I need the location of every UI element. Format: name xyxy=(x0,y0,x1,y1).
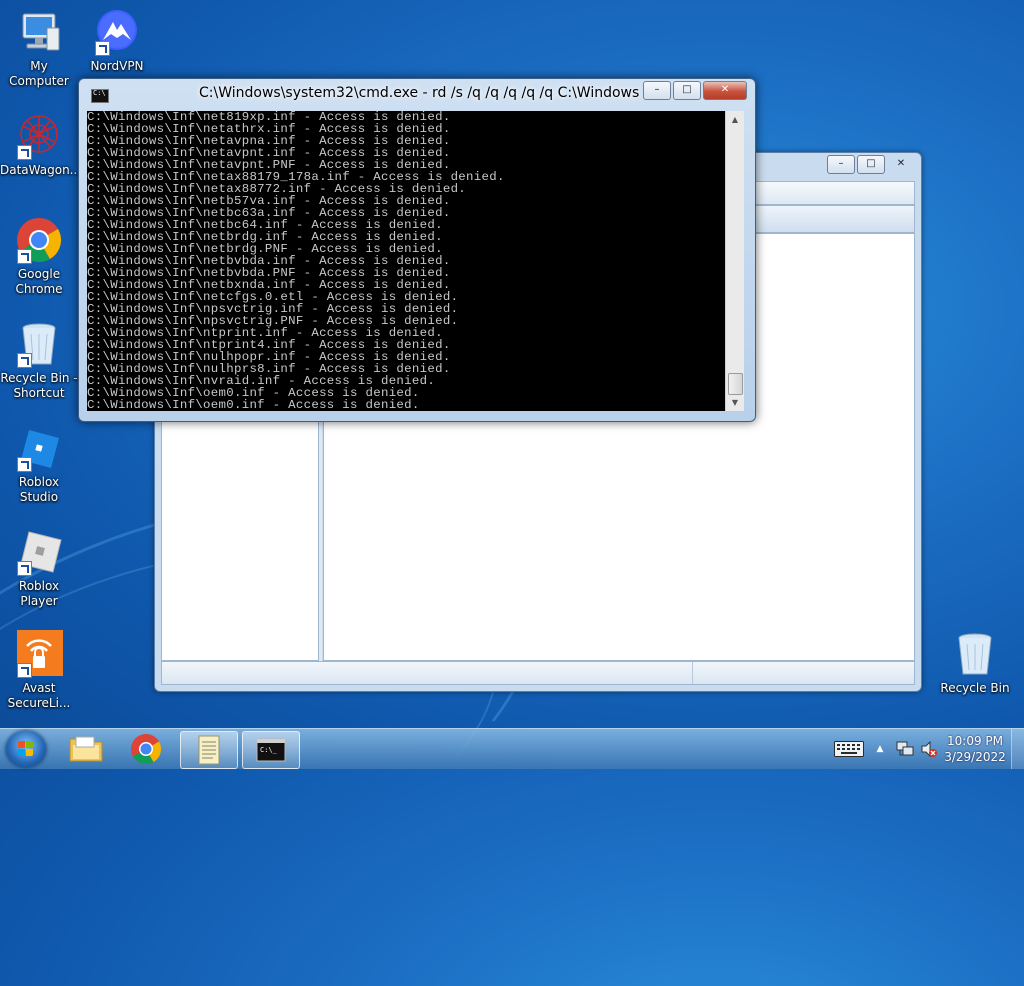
datawagon-icon xyxy=(15,112,63,160)
taskbar: C:\_ ▲ 10:09 PM 3/29/2022 xyxy=(0,728,1024,769)
minimize-button[interactable]: – xyxy=(827,155,855,174)
taskbar-file-explorer[interactable] xyxy=(58,731,114,767)
desktop-icon-label: Avast SecureLi... xyxy=(7,681,71,710)
keyboard-icon[interactable] xyxy=(834,741,864,757)
desktop-icon-nordvpn[interactable]: NordVPN xyxy=(78,8,156,74)
desktop-icon-label: Recycle Bin xyxy=(940,681,1010,695)
taskbar-chrome[interactable] xyxy=(118,731,174,767)
shortcut-arrow-icon xyxy=(17,561,32,576)
network-icon[interactable] xyxy=(896,739,914,759)
cmd-window[interactable]: C:\Windows\system32\cmd.exe - rd /s /q /… xyxy=(78,78,756,422)
show-desktop-button[interactable] xyxy=(1011,729,1024,769)
close-button[interactable]: ✕ xyxy=(703,81,747,100)
scroll-down-arrow-icon[interactable]: ▼ xyxy=(726,394,744,411)
desktop-icon-my-computer[interactable]: My Computer xyxy=(0,8,78,89)
console-line: C:\Windows\Inf\oem0.inf - Access is deni… xyxy=(87,398,420,411)
chrome-icon xyxy=(15,216,63,264)
volume-muted-icon[interactable] xyxy=(920,740,938,758)
windows-logo-icon xyxy=(18,741,34,757)
console-output[interactable]: C:\Windows\Inf\net819xp.inf - Access is … xyxy=(87,111,725,411)
close-button[interactable]: ✕ xyxy=(887,155,915,174)
desktop-icon-roblox-player[interactable]: Roblox Player xyxy=(0,528,78,609)
desktop-icon-label: Google Chrome xyxy=(15,267,63,296)
clock-time: 10:09 PM xyxy=(947,734,1003,748)
desktop-icon-label: My Computer xyxy=(9,59,69,88)
recycle-bin-icon xyxy=(951,630,999,678)
desktop-icon-label: NordVPN xyxy=(90,59,144,73)
window-title: C:\Windows\system32\cmd.exe - rd /s /q /… xyxy=(199,85,640,101)
desktop-icon-label: Roblox Studio xyxy=(18,475,60,504)
minimize-button[interactable]: – xyxy=(643,81,671,100)
explorer-caption-buttons: – □ ✕ xyxy=(827,155,915,174)
cmd-icon: C:\_ xyxy=(256,738,286,762)
desktop-icon-label: Roblox Player xyxy=(18,579,60,608)
file-explorer-icon xyxy=(69,736,103,762)
shortcut-arrow-icon xyxy=(17,249,32,264)
shortcut-arrow-icon xyxy=(17,457,32,472)
maximize-button[interactable]: □ xyxy=(857,155,885,174)
desktop-icon-label: Recycle Bin - Shortcut xyxy=(0,371,78,400)
explorer-status-bar xyxy=(161,661,915,685)
svg-text:C:\_: C:\_ xyxy=(260,746,278,754)
recycle-bin-icon xyxy=(15,320,63,368)
vertical-scrollbar[interactable]: ▲ ▼ xyxy=(725,111,744,411)
system-clock[interactable]: 10:09 PM 3/29/2022 xyxy=(944,733,1006,765)
show-hidden-icons[interactable]: ▲ xyxy=(874,741,886,757)
shortcut-arrow-icon xyxy=(95,41,110,56)
cmd-caption-buttons: – □ ✕ xyxy=(643,81,747,100)
desktop-icon-roblox-studio[interactable]: Roblox Studio xyxy=(0,424,78,505)
shortcut-arrow-icon xyxy=(17,663,32,678)
chrome-icon xyxy=(131,734,161,765)
cmd-app-icon[interactable] xyxy=(91,89,109,103)
maximize-button[interactable]: □ xyxy=(673,81,701,100)
desktop-icon-avast-secureline[interactable]: Avast SecureLi... xyxy=(0,630,78,711)
taskbar-cmd[interactable]: C:\_ xyxy=(242,731,300,769)
notepad-icon xyxy=(198,735,220,765)
start-button[interactable] xyxy=(6,731,46,767)
scrollbar-thumb[interactable] xyxy=(728,373,743,395)
shortcut-arrow-icon xyxy=(17,145,32,160)
desktop-icon-datawagon[interactable]: DataWagon... xyxy=(0,112,82,178)
nordvpn-icon xyxy=(93,8,141,56)
avast-icon xyxy=(15,630,63,678)
computer-icon xyxy=(15,8,63,56)
scroll-up-arrow-icon[interactable]: ▲ xyxy=(726,111,744,128)
shortcut-arrow-icon xyxy=(17,353,32,368)
taskbar-notepad[interactable] xyxy=(180,731,238,769)
desktop-icon-label: DataWagon... xyxy=(0,163,82,177)
desktop-icon-recycle-bin[interactable]: Recycle Bin xyxy=(936,630,1014,696)
desktop-icon-google-chrome[interactable]: Google Chrome xyxy=(0,216,78,297)
desktop-icon-recycle-bin-shortcut[interactable]: Recycle Bin - Shortcut xyxy=(0,320,78,401)
clock-date: 3/29/2022 xyxy=(944,750,1006,764)
roblox-studio-icon xyxy=(15,424,63,472)
roblox-player-icon xyxy=(15,528,63,576)
